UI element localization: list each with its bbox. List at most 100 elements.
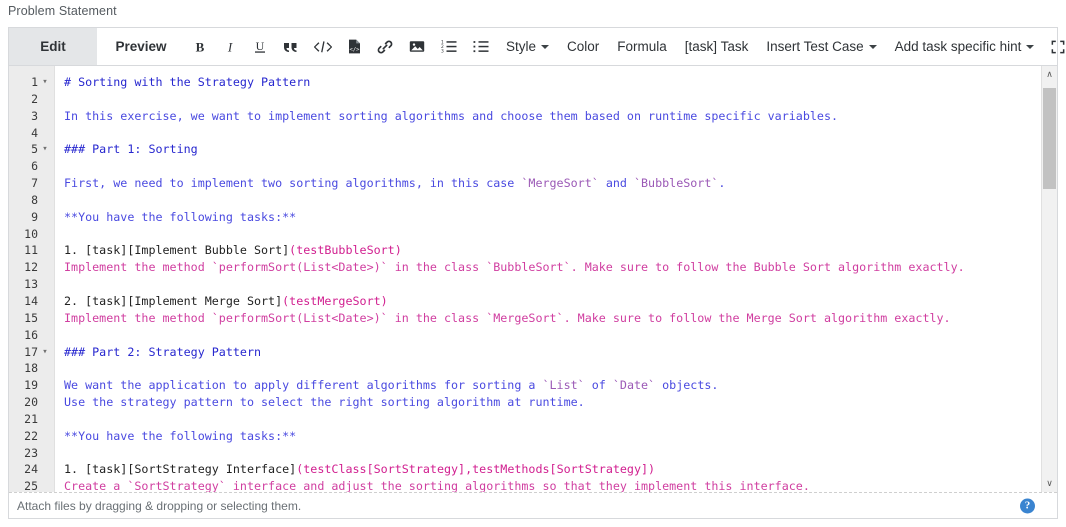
scrollbar-thumb[interactable] bbox=[1043, 88, 1056, 189]
code-line: **You have the following tasks:** bbox=[64, 428, 1057, 445]
code-token: First, we need to implement two sorting … bbox=[64, 176, 522, 191]
code-token: 1. [task][Implement Bubble Sort] bbox=[64, 243, 290, 258]
fullscreen-icon[interactable] bbox=[1043, 28, 1066, 65]
code-token: (testBubbleSort) bbox=[289, 243, 402, 258]
code-editor-area[interactable]: 1▾2▾ 3▾ 4▾5▾6▾ 7▾8▾ 9▾ 10▾ 11▾ 12▾ 13▾14▾ 15▾ 16▾ 1… bbox=[9, 66, 1057, 492]
code-token: (testClass[SortStrategy],testMethods[Sor… bbox=[296, 462, 656, 477]
code-line: Create a `SortStrategy` interface and ad… bbox=[64, 478, 1057, 492]
style-menu-label: Style bbox=[506, 39, 537, 54]
markdown-editor: Edit Preview B I U </> 1 2 3 Style Color… bbox=[8, 27, 1065, 519]
attach-files-label: Attach files by dragging & dropping or s… bbox=[17, 498, 302, 513]
code-token: In this exercise, we want to implement s… bbox=[64, 108, 839, 123]
code-line: In this exercise, we want to implement s… bbox=[64, 108, 1057, 125]
code-line: 2. [task][Implement Merge Sort](testMerg… bbox=[64, 293, 1057, 310]
underline-icon[interactable]: U bbox=[245, 28, 275, 65]
code-line: First, we need to implement two sorting … bbox=[64, 175, 1057, 192]
code-token: Implement the method `performSort(List<D… bbox=[64, 310, 951, 325]
line-number: 24▾ bbox=[24, 462, 38, 477]
code-line: **You have the following tasks:** bbox=[64, 209, 1057, 226]
code-token: and bbox=[598, 176, 634, 191]
line-number: 25▾ bbox=[24, 479, 38, 492]
formula-button[interactable]: Formula bbox=[608, 28, 676, 65]
line-number: 17 ▾ bbox=[9, 344, 54, 361]
code-token: Use the strategy pattern to select the r… bbox=[64, 395, 585, 410]
svg-text:I: I bbox=[227, 40, 233, 54]
code-line: Implement the method `performSort(List<D… bbox=[64, 259, 1057, 276]
code-line: We want the application to apply differe… bbox=[64, 377, 1057, 394]
unordered-list-icon[interactable] bbox=[465, 28, 497, 65]
code-line: ### Part 1: Sorting bbox=[64, 141, 1057, 158]
add-task-specific-hint-menu[interactable]: Add task specific hint bbox=[886, 28, 1044, 65]
link-icon[interactable] bbox=[369, 28, 401, 65]
scroll-down-arrow[interactable]: ∨ bbox=[1042, 475, 1057, 492]
vertical-scrollbar[interactable]: ∧ ∨ bbox=[1041, 66, 1057, 492]
fold-toggle-icon[interactable]: ▾ bbox=[40, 74, 50, 91]
color-menu[interactable]: Color bbox=[558, 28, 608, 65]
svg-text:U: U bbox=[256, 39, 265, 53]
code-token: We want the application to apply differe… bbox=[64, 378, 543, 393]
style-menu[interactable]: Style bbox=[497, 28, 558, 65]
code-line: 1. [task][Implement Bubble Sort](testBub… bbox=[64, 242, 1057, 259]
line-number: 1 ▾ bbox=[9, 74, 54, 91]
fold-toggle-icon[interactable]: ▾ bbox=[40, 141, 50, 158]
code-token: objects. bbox=[655, 378, 719, 393]
code-line: Implement the method `performSort(List<D… bbox=[64, 310, 1057, 327]
line-number: 6▾ bbox=[31, 159, 38, 174]
ordered-list-icon[interactable]: 1 2 3 bbox=[433, 28, 465, 65]
scroll-up-arrow[interactable]: ∧ bbox=[1042, 66, 1057, 83]
code-token: # Sorting with the Strategy Pattern bbox=[64, 75, 311, 89]
scrollbar-track[interactable] bbox=[1042, 83, 1057, 475]
tab-preview[interactable]: Preview bbox=[97, 28, 185, 65]
code-token: `List` bbox=[542, 378, 585, 393]
code-line: # Sorting with the Strategy Pattern bbox=[64, 74, 1057, 91]
help-icon[interactable]: ? bbox=[1020, 498, 1035, 513]
code-icon[interactable] bbox=[306, 28, 340, 65]
code-token: 2. [task][Implement Merge Sort] bbox=[64, 293, 283, 308]
code-line: Use the strategy pattern to select the r… bbox=[64, 394, 1057, 411]
code-token: Create a `SortStrategy` interface and ad… bbox=[64, 479, 810, 492]
code-token: (testMergeSort) bbox=[282, 293, 388, 308]
blockquote-icon[interactable] bbox=[275, 28, 306, 65]
code-token: `MergeSort` bbox=[521, 176, 599, 191]
code-token: . bbox=[718, 176, 726, 191]
attachment-dropzone[interactable]: Attach files by dragging & dropping or s… bbox=[9, 492, 1057, 518]
editor-page: Problem Statement Edit Preview B I U </>… bbox=[0, 0, 1066, 527]
line-number: 23▾ bbox=[24, 445, 38, 460]
image-icon[interactable] bbox=[401, 28, 433, 65]
insert-test-case-menu[interactable]: Insert Test Case bbox=[757, 28, 885, 65]
task-button[interactable]: [task] Task bbox=[676, 28, 758, 65]
code-token: ### Part 1: Sorting bbox=[64, 142, 198, 157]
page-title: Problem Statement bbox=[8, 4, 117, 18]
code-token: of bbox=[584, 378, 613, 393]
line-number: 21▾ bbox=[24, 411, 38, 426]
svg-text:</>: </> bbox=[350, 47, 361, 53]
code-block-icon[interactable]: </> bbox=[340, 28, 369, 65]
line-number: 10▾ bbox=[24, 226, 38, 241]
code-token: `BubbleSort` bbox=[633, 176, 719, 191]
italic-icon[interactable]: I bbox=[215, 28, 245, 65]
code-token: **You have the following tasks:** bbox=[64, 428, 297, 443]
svg-text:B: B bbox=[196, 40, 205, 54]
code-line: 1. [task][SortStrategy Interface](testCl… bbox=[64, 461, 1057, 478]
markdown-source[interactable]: # Sorting with the Strategy Pattern In t… bbox=[55, 66, 1057, 492]
svg-text:3: 3 bbox=[441, 49, 444, 53]
chevron-down-icon bbox=[868, 44, 877, 49]
editor-toolbar: Edit Preview B I U </> 1 2 3 Style Color… bbox=[9, 28, 1065, 66]
line-number: 4▾ bbox=[31, 125, 38, 140]
add-task-specific-hint-label: Add task specific hint bbox=[894, 39, 1022, 54]
tab-edit[interactable]: Edit bbox=[9, 28, 97, 65]
fold-toggle-icon[interactable]: ▾ bbox=[40, 344, 50, 361]
bold-icon[interactable]: B bbox=[185, 28, 215, 65]
line-number: 22▾ bbox=[24, 428, 38, 443]
line-number: 16▾ bbox=[24, 327, 38, 342]
code-line: ### Part 2: Strategy Pattern bbox=[64, 344, 1057, 361]
line-number: 19▾ bbox=[24, 378, 38, 393]
line-number: 8▾ bbox=[31, 192, 38, 207]
